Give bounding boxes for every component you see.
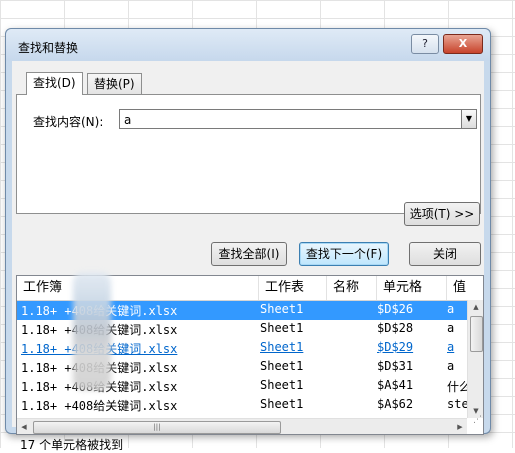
find-all-button[interactable]: 查找全部(I) xyxy=(211,242,287,266)
options-button[interactable]: 选项(T) >> xyxy=(404,202,480,226)
value-cell: a xyxy=(447,359,455,373)
sheet-cell: Sheet1 xyxy=(260,397,304,411)
resize-grip-icon[interactable]: ⋰ xyxy=(473,415,482,425)
cell-ref: $D$29 xyxy=(377,340,414,354)
close-icon[interactable]: X xyxy=(443,34,483,54)
value-cell: a xyxy=(447,340,455,354)
title-bar[interactable]: 查找和替换 ? X xyxy=(6,29,490,61)
column-header-workbook[interactable]: 工作簿 xyxy=(17,276,259,300)
value-cell: 什么 xyxy=(447,380,467,394)
find-tab-panel: 查找内容(N): a ▼ 选项(T) >> xyxy=(16,94,481,226)
find-what-input[interactable]: a xyxy=(119,109,463,129)
horizontal-scrollbar[interactable]: ◀ ||| ▶ xyxy=(17,418,467,434)
horizontal-scroll-thumb[interactable]: ||| xyxy=(33,421,281,434)
column-header-cell[interactable]: 单元格 xyxy=(377,276,447,300)
status-text: 17 个单元格被找到 xyxy=(20,438,124,452)
sheet-cell: Sheet1 xyxy=(260,321,304,335)
sheet-cell: Sheet1 xyxy=(260,378,304,392)
tab-find[interactable]: 查找(D) xyxy=(26,72,83,95)
sheet-cell: Sheet1 xyxy=(260,359,304,373)
value-cell: a xyxy=(447,302,455,316)
workbook-cell: 1.18+ +408给关键词.xlsx xyxy=(21,380,178,394)
value-cell: ste xyxy=(447,397,467,411)
find-what-label: 查找内容(N): xyxy=(33,115,104,129)
vertical-scrollbar[interactable]: ▲ ▼ xyxy=(467,300,483,418)
chevron-down-icon[interactable]: ▼ xyxy=(461,109,477,129)
column-header-value[interactable]: 值 xyxy=(447,276,483,300)
cell-ref: $D$26 xyxy=(377,302,414,316)
column-header-sheet[interactable]: 工作表 xyxy=(259,276,327,300)
scroll-left-icon[interactable]: ◀ xyxy=(17,419,31,434)
sheet-cell: Sheet1 xyxy=(260,302,304,316)
cell-ref: $D$31 xyxy=(377,359,414,373)
cell-ref: $A$41 xyxy=(377,378,414,392)
dialog-title: 查找和替换 xyxy=(18,41,79,55)
help-button[interactable]: ? xyxy=(411,34,439,54)
tab-replace[interactable]: 替换(P) xyxy=(87,73,142,94)
workbook-cell: 1.18+ +408给关键词.xlsx xyxy=(21,304,178,318)
workbook-cell: 1.18+ +408给关键词.xlsx xyxy=(21,361,178,375)
scroll-right-icon[interactable]: ▶ xyxy=(453,419,467,434)
close-button[interactable]: 关闭 xyxy=(409,242,481,266)
redaction-blur xyxy=(73,272,111,390)
cell-ref: $D$28 xyxy=(377,321,414,335)
table-row[interactable]: 1.18+ +408给关键词.xlsx Sheet1 $A$62 ste xyxy=(17,396,467,415)
find-next-button[interactable]: 查找下一个(F) xyxy=(299,242,389,266)
scroll-up-icon[interactable]: ▲ xyxy=(468,300,483,314)
workbook-cell: 1.18+ +408给关键词.xlsx xyxy=(21,323,178,337)
value-cell: a xyxy=(447,321,455,335)
workbook-cell: 1.18+ +408给关键词.xlsx xyxy=(21,399,178,413)
workbook-cell: 1.18+ +408给关键词.xlsx xyxy=(21,342,178,356)
cell-ref: $A$62 xyxy=(377,397,414,411)
vertical-scroll-thumb[interactable] xyxy=(470,316,483,352)
column-header-name[interactable]: 名称 xyxy=(327,276,377,300)
sheet-cell: Sheet1 xyxy=(260,340,304,354)
